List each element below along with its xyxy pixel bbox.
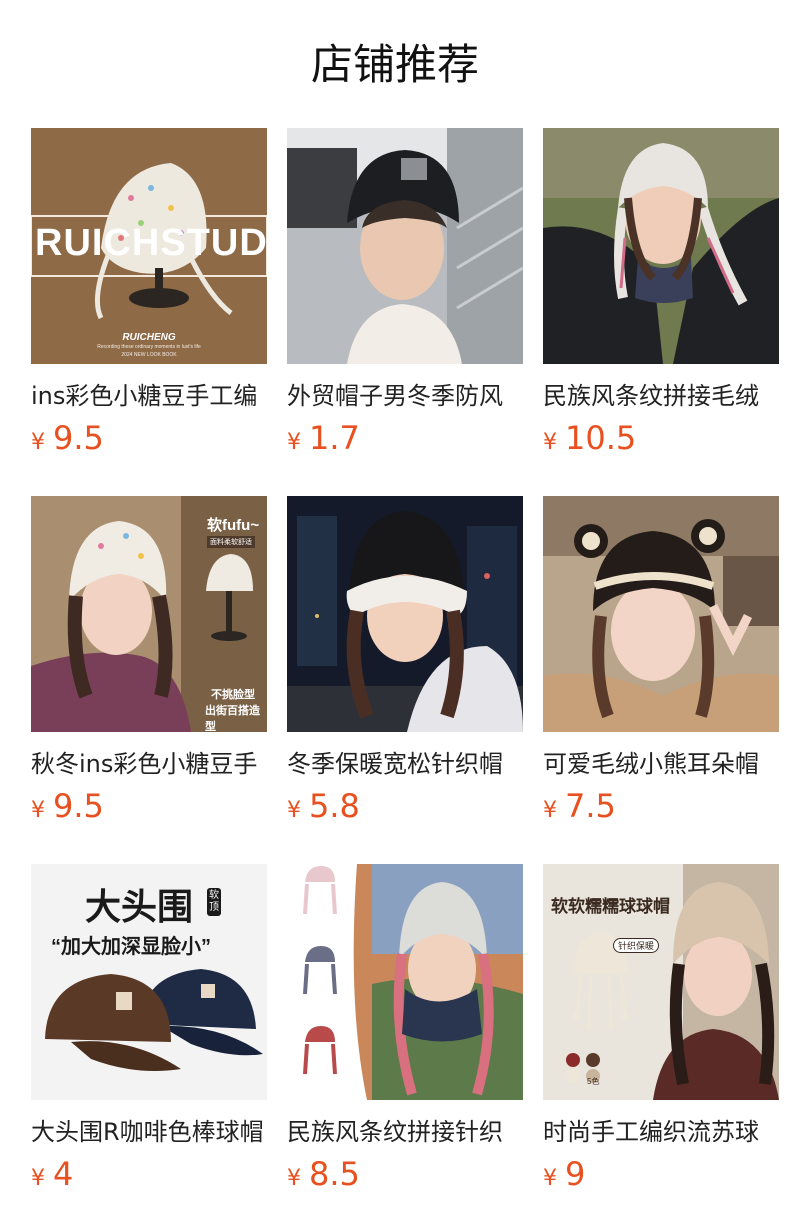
product-card[interactable]: 冬季保暖宽松针织帽 ¥5.8 [287,496,523,864]
price-value: 8.5 [309,1155,360,1193]
currency-symbol: ¥ [287,1166,301,1191]
page-title: 店铺推荐 [310,40,479,89]
currency-symbol: ¥ [287,430,301,455]
two-tone-knit-hat-image[interactable] [287,496,523,732]
currency-symbol: ¥ [543,430,557,455]
knit-beanie-image[interactable]: RUICHSTUDIO RUICHENG Recording these ord… [31,128,267,364]
image-overlay-colors: 5色 [587,1077,600,1086]
black-beanie-model-image-art [287,128,523,364]
two-tone-knit-hat-image-art [287,496,523,732]
product-name[interactable]: 民族风条纹拼接毛绒 [543,380,779,412]
product-name[interactable]: 外贸帽子男冬季防风 [287,380,523,412]
product-name[interactable]: 冬季保暖宽松针织帽 [287,748,523,780]
image-overlay-quote: “加大加深显脸小” [51,936,211,958]
product-price: ¥5.8 [287,786,523,832]
product-card[interactable]: 民族风条纹拼接针织 ¥8.5 [287,864,523,1232]
product-name[interactable]: 民族风条纹拼接针织 [287,1116,523,1148]
product-name[interactable]: 可爱毛绒小熊耳朵帽 [543,748,779,780]
product-price: ¥8.5 [287,1154,523,1200]
price-value: 7.5 [565,787,616,825]
price-value: 9 [565,1155,586,1193]
image-overlay-title: 大头围 [85,886,194,927]
bear-ear-hat-image[interactable] [543,496,779,732]
product-card[interactable]: 可爱毛绒小熊耳朵帽 ¥7.5 [543,496,779,864]
fluffy-hat-model-image[interactable]: 软fufu~ 面料柔软舒适 不挑脸型 出街百搭造型 [31,496,267,732]
image-overlay-line2: 出街百搭造型 [205,705,260,732]
product-price: ¥9 [543,1154,779,1200]
product-card[interactable]: RUICHSTUDIO RUICHENG Recording these ord… [31,128,267,496]
currency-symbol: ¥ [543,798,557,823]
image-overlay-subtitle: 2024 NEW LOOK BOOK [121,352,177,358]
product-price: ¥10.5 [543,418,779,464]
image-overlay-caption: Recording these ordinary moments in lust… [97,344,201,350]
price-value: 10.5 [565,419,637,457]
currency-symbol: ¥ [287,798,301,823]
price-value: 9.5 [53,419,104,457]
product-grid: RUICHSTUDIO RUICHENG Recording these ord… [31,128,779,1232]
product-price: ¥7.5 [543,786,779,832]
product-name[interactable]: 时尚手工编织流苏球 [543,1116,779,1148]
black-beanie-model-image[interactable] [287,128,523,364]
image-overlay-tag: 针织保暖 [613,938,660,953]
product-price: ¥9.5 [31,786,267,832]
earflap-hat-model-image-art [543,128,779,364]
currency-symbol: ¥ [543,1166,557,1191]
product-name[interactable]: 大头围R咖啡色棒球帽 [31,1116,267,1148]
image-overlay-title: RUICHSTUDIO [35,222,267,264]
product-price: ¥9.5 [31,418,267,464]
image-overlay-title: 软软糯糯球球帽 [551,897,670,916]
image-overlay-tag: 面料柔软舒适 [207,536,255,548]
product-price: ¥1.7 [287,418,523,464]
product-card[interactable]: 软软糯糯球球帽 针织保暖 5色 时尚手工编织流苏球 ¥9 [543,864,779,1232]
product-name[interactable]: ins彩色小糖豆手工编 [31,380,267,412]
product-card[interactable]: 软fufu~ 面料柔软舒适 不挑脸型 出街百搭造型 秋冬ins彩色小糖豆手 ¥9… [31,496,267,864]
price-value: 1.7 [309,419,360,457]
bear-ear-hat-image-art [543,496,779,732]
price-value: 5.8 [309,787,360,825]
product-name[interactable]: 秋冬ins彩色小糖豆手 [31,748,267,780]
image-overlay-brand: RUICHENG [122,332,176,343]
currency-symbol: ¥ [31,430,45,455]
striped-earflap-hat-image-art [287,864,523,1100]
tassel-ball-hat-image[interactable]: 软软糯糯球球帽 针织保暖 5色 [543,864,779,1100]
product-card[interactable]: . 大头围 软顶 “加大加深显脸小” 大头围R咖啡色棒球帽 ¥4 [31,864,267,1232]
product-price: ¥4 [31,1154,267,1200]
product-card[interactable]: 民族风条纹拼接毛绒 ¥10.5 [543,128,779,496]
price-value: 4 [53,1155,74,1193]
earflap-hat-model-image[interactable] [543,128,779,364]
currency-symbol: ¥ [31,798,45,823]
image-overlay-line1: 不挑脸型 [211,689,255,701]
image-overlay-badge: 软顶 [207,888,221,916]
currency-symbol: ¥ [31,1166,45,1191]
striped-earflap-hat-image[interactable] [287,864,523,1100]
price-value: 9.5 [53,787,104,825]
baseball-caps-image[interactable]: . 大头围 软顶 “加大加深显脸小” [31,864,267,1100]
product-card[interactable]: 外贸帽子男冬季防风 ¥1.7 [287,128,523,496]
image-overlay-title: 软fufu~ [207,517,260,534]
